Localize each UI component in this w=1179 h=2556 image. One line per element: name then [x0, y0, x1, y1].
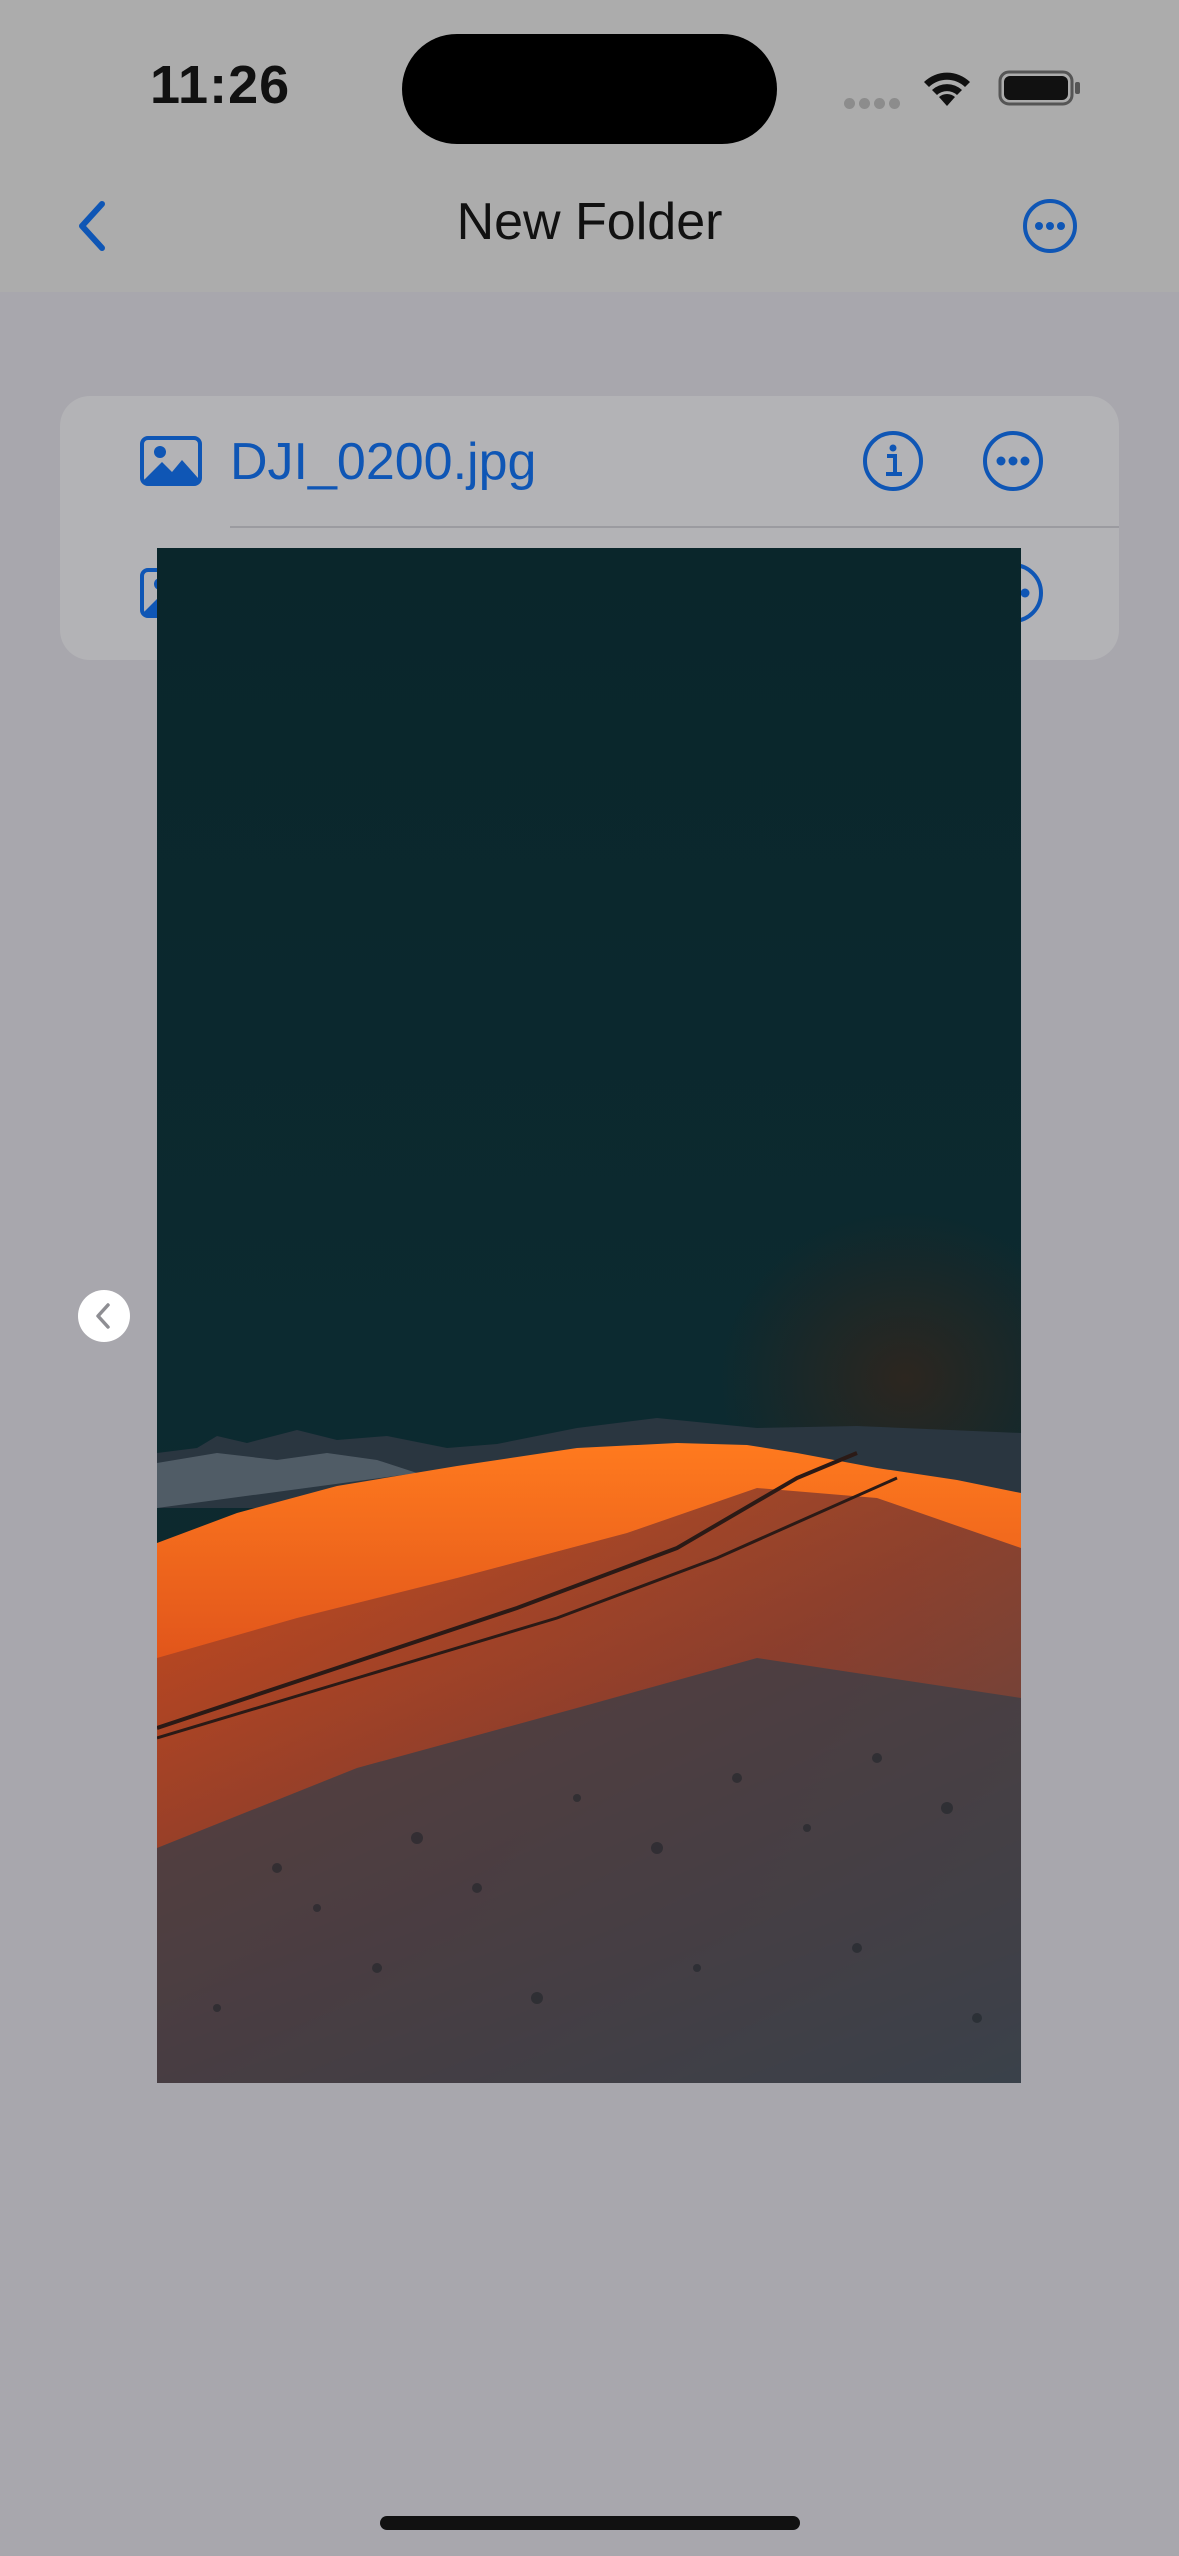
chevron-left-icon: [96, 1303, 110, 1329]
dynamic-island: [402, 34, 777, 144]
file-more-button[interactable]: [982, 430, 1044, 492]
top-bar: 11:26 New Folder: [0, 0, 1179, 292]
photo-icon: [140, 436, 202, 486]
info-button[interactable]: [862, 430, 924, 492]
wifi-icon: [924, 72, 970, 106]
photo-preview[interactable]: [157, 548, 1021, 2083]
page-title: New Folder: [456, 193, 723, 251]
status-time: 11:26: [150, 55, 291, 115]
more-options-button[interactable]: [1022, 198, 1078, 254]
previous-photo-button[interactable]: [78, 1290, 130, 1342]
file-name: DJI_0200.jpg: [230, 433, 537, 491]
battery-icon: [998, 70, 1080, 106]
cellular-signal-icon: [844, 96, 904, 114]
file-row[interactable]: DJI_0200.jpg: [60, 396, 1119, 528]
home-indicator: [380, 2516, 800, 2530]
